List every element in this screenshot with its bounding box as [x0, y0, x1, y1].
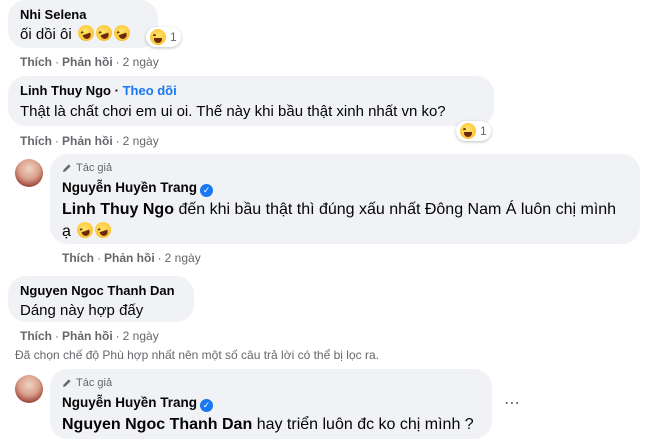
- pencil-icon: [63, 164, 71, 172]
- comment-author[interactable]: Nguyen Ngoc Thanh Dan: [20, 283, 182, 299]
- reply-button[interactable]: Phản hồi: [62, 329, 113, 343]
- reaction-summary[interactable]: 1: [456, 121, 491, 141]
- comment-actions: Thích · Phản hồi · 2 ngày: [20, 329, 159, 343]
- reply-button[interactable]: Phản hồi: [62, 134, 113, 148]
- more-options-icon[interactable]: ⋯: [504, 393, 521, 413]
- comment-time[interactable]: 2 ngày: [123, 329, 159, 343]
- haha-reaction-icon: [150, 29, 166, 45]
- comment-text: Nguyen Ngoc Thanh Dan hay triển luôn đc …: [62, 416, 474, 433]
- comment-text: Dáng này hợp đấy: [20, 302, 144, 319]
- rofl-emoji-icon: [75, 22, 97, 44]
- comment-bubble: Nguyen Ngoc Thanh Dan Dáng này hợp đấy: [8, 276, 194, 322]
- like-button[interactable]: Thích: [20, 134, 52, 148]
- comment-author[interactable]: Linh Thuy Ngo: [20, 83, 111, 98]
- pencil-icon: [63, 379, 71, 387]
- comment-actions: Thích · Phản hồi · 2 ngày: [62, 251, 201, 265]
- comment-text: Thật là chất chơi em ui oi. Thế này khi …: [20, 103, 446, 120]
- avatar[interactable]: [15, 375, 43, 403]
- like-button[interactable]: Thích: [20, 329, 52, 343]
- rofl-emoji-icon: [93, 22, 115, 44]
- like-button[interactable]: Thích: [20, 55, 52, 69]
- comment-author[interactable]: Nguyễn Huyền Trang: [62, 395, 197, 410]
- comment-time[interactable]: 2 ngày: [165, 251, 201, 265]
- comment-actions: Thích · Phản hồi · 2 ngày: [20, 55, 159, 69]
- verified-badge-icon: ✓: [200, 399, 214, 412]
- comment-bubble: Linh Thuy Ngo · Theo dõi Thật là chất ch…: [8, 76, 494, 126]
- filter-note: Đã chọn chế độ Phù hợp nhất nên một số c…: [15, 348, 379, 362]
- author-badge: Tác giả: [62, 377, 480, 389]
- follow-link[interactable]: Theo dõi: [123, 83, 177, 98]
- comment-time[interactable]: 2 ngày: [123, 134, 159, 148]
- comment-author[interactable]: Nhi Selena: [20, 7, 146, 23]
- reaction-summary[interactable]: 1: [146, 27, 181, 47]
- haha-reaction-icon: [460, 123, 476, 139]
- comment-text: Linh Thuy Ngo đến khi bầu thật thì đúng …: [62, 201, 617, 218]
- comment-bubble: Nhi Selena ối dồi ôi: [8, 0, 158, 48]
- rofl-emoji-icon: [111, 22, 133, 44]
- mention-link[interactable]: Nguyen Ngoc Thanh Dan: [62, 416, 252, 433]
- comment-text: ối dồi ôi: [20, 22, 146, 45]
- comment-time[interactable]: 2 ngày: [123, 55, 159, 69]
- reply-bubble: Tác giả Nguyễn Huyền Trang ✓ Nguyen Ngoc …: [50, 369, 492, 439]
- reply-button[interactable]: Phản hồi: [62, 55, 113, 69]
- author-badge: Tác giả: [62, 162, 628, 174]
- avatar[interactable]: [15, 159, 43, 187]
- rofl-emoji-icon: [75, 219, 96, 241]
- like-button[interactable]: Thích: [62, 251, 94, 265]
- verified-badge-icon: ✓: [200, 184, 214, 197]
- comment-actions: Thích · Phản hồi · 2 ngày: [20, 134, 159, 148]
- rofl-emoji-icon: [93, 219, 114, 241]
- comment-author[interactable]: Nguyễn Huyền Trang: [62, 180, 197, 195]
- mention-link[interactable]: Linh Thuy Ngo: [62, 201, 174, 218]
- reply-button[interactable]: Phản hồi: [104, 251, 155, 265]
- reply-bubble: Tác giả Nguyễn Huyền Trang ✓ Linh Thuy Ng…: [50, 154, 640, 244]
